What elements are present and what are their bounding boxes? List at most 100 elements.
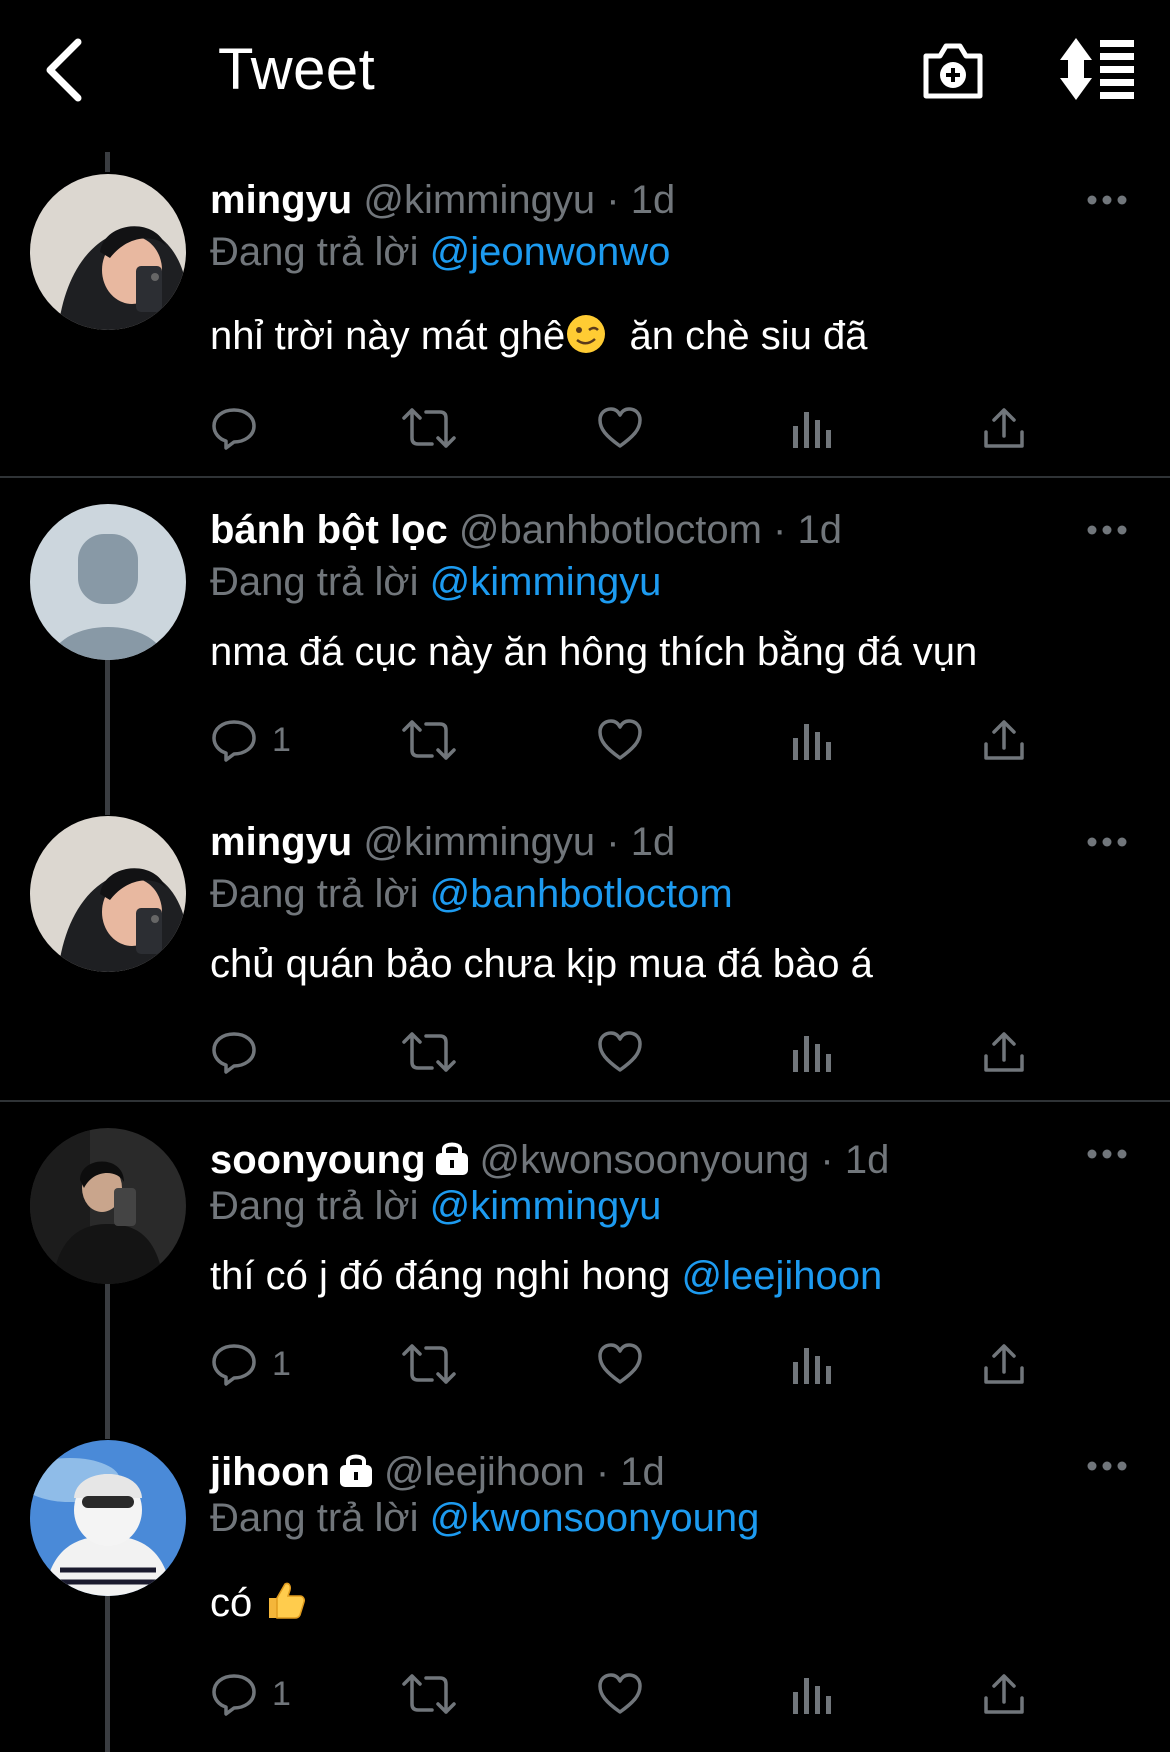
profile-photo	[30, 174, 186, 330]
display-name[interactable]: mingyu	[210, 820, 352, 864]
share-button[interactable]	[980, 1024, 1028, 1080]
lock-icon	[435, 1142, 468, 1175]
reply-icon	[212, 1344, 256, 1386]
replying-to: Đang trả lời @kimmingyu	[210, 558, 661, 606]
retweet-icon	[402, 720, 456, 760]
more-options-icon[interactable]	[1086, 192, 1128, 208]
tweet-actions: 1	[210, 712, 1070, 768]
like-button[interactable]	[596, 400, 644, 456]
timestamp: 1d	[630, 178, 676, 222]
more-options-icon[interactable]	[1086, 834, 1128, 850]
username[interactable]: @banhbotloctom	[459, 508, 762, 552]
analytics-button[interactable]	[790, 1336, 834, 1392]
share-icon	[984, 1032, 1024, 1072]
bar-chart-icon	[793, 1348, 831, 1384]
tweet-actions	[210, 1024, 1070, 1080]
username[interactable]: @leejihoon	[384, 1450, 585, 1494]
analytics-button[interactable]	[790, 1024, 834, 1080]
like-button[interactable]	[596, 712, 644, 768]
default-avatar-icon	[30, 504, 186, 660]
share-button[interactable]	[980, 1666, 1028, 1722]
retweet-button[interactable]	[400, 400, 458, 456]
reply-mention-link[interactable]: @jeonwonwo	[430, 230, 671, 274]
tweet-actions: 1	[210, 1336, 1070, 1392]
reply-mention-link[interactable]: @banhbotloctom	[430, 872, 733, 916]
analytics-button[interactable]	[790, 400, 834, 456]
divider	[0, 476, 1170, 478]
like-button[interactable]	[596, 1024, 644, 1080]
tweet-text: nma đá cục này ăn hông thích bằng đá vụn	[210, 630, 978, 674]
text-mention-link[interactable]: @leejihoon	[681, 1254, 882, 1298]
more-options-icon[interactable]	[1086, 1146, 1128, 1162]
replying-to: Đang trả lời @kwonsoonyoung	[210, 1494, 759, 1542]
sort-list-icon	[1060, 38, 1134, 100]
page-title: Tweet	[218, 37, 376, 102]
analytics-button[interactable]	[790, 712, 834, 768]
bar-chart-icon	[793, 1036, 831, 1072]
avatar[interactable]	[30, 816, 186, 972]
reply-button[interactable]	[210, 400, 272, 456]
share-button[interactable]	[980, 712, 1028, 768]
profile-photo	[30, 816, 186, 972]
camera-button[interactable]	[920, 38, 986, 104]
tweet-actions: 1	[210, 1666, 1070, 1722]
replying-to: Đang trả lời @jeonwonwo	[210, 228, 670, 276]
timestamp: 1d	[797, 508, 842, 552]
heart-icon	[598, 407, 642, 448]
winking-face-icon	[567, 315, 606, 353]
tweet-meta: jihoon @leejihoon · 1d	[210, 1448, 665, 1496]
reply-mention-link[interactable]: @kimmingyu	[430, 1184, 662, 1228]
tweet-text: chủ quán bảo chưa kịp mua đá bào á	[210, 942, 873, 986]
username[interactable]: @kimmingyu	[363, 178, 595, 222]
like-button[interactable]	[596, 1336, 644, 1392]
profile-photo	[30, 1440, 186, 1596]
more-options-icon[interactable]	[1086, 522, 1128, 538]
share-icon	[984, 408, 1024, 448]
avatar[interactable]	[30, 1440, 186, 1596]
avatar[interactable]	[30, 1128, 186, 1284]
reply-mention-link[interactable]: @kwonsoonyoung	[430, 1496, 760, 1540]
reply-button[interactable]: 1	[210, 1336, 291, 1392]
retweet-button[interactable]	[400, 1666, 458, 1722]
display-name[interactable]: soonyoung	[210, 1138, 426, 1182]
avatar[interactable]	[30, 174, 186, 330]
analytics-button[interactable]	[790, 1666, 834, 1722]
reply-count: 1	[272, 720, 291, 759]
like-button[interactable]	[596, 1666, 644, 1722]
divider	[0, 1100, 1170, 1102]
share-button[interactable]	[980, 1336, 1028, 1392]
tweet-text: nhỉ trời này mát ghê ăn chè siu đã	[210, 312, 867, 360]
retweet-button[interactable]	[400, 1336, 458, 1392]
display-name[interactable]: bánh bột lọc	[210, 508, 448, 552]
retweet-button[interactable]	[400, 1024, 458, 1080]
reply-button[interactable]: 1	[210, 1666, 291, 1722]
tweet-meta: mingyu @kimmingyu · 1d	[210, 176, 675, 224]
display-name[interactable]: mingyu	[210, 178, 352, 222]
reply-mention-link[interactable]: @kimmingyu	[430, 560, 662, 604]
username[interactable]: @kwonsoonyoung	[480, 1138, 810, 1182]
retweet-icon	[402, 1344, 456, 1384]
replying-to-label: Đang trả lời	[210, 1496, 419, 1540]
bar-chart-icon	[793, 1678, 831, 1714]
reply-icon	[212, 1674, 256, 1716]
avatar[interactable]	[30, 504, 186, 660]
display-name[interactable]: jihoon	[210, 1450, 330, 1494]
reply-button[interactable]: 1	[210, 712, 291, 768]
more-options-icon[interactable]	[1086, 1458, 1128, 1474]
separator: ·	[773, 508, 787, 552]
username[interactable]: @kimmingyu	[363, 820, 595, 864]
chevron-left-icon	[46, 38, 82, 102]
retweet-button[interactable]	[400, 712, 458, 768]
tweet-meta: soonyoung @kwonsoonyoung · 1d	[210, 1136, 889, 1184]
camera-add-icon	[923, 43, 983, 99]
separator: ·	[606, 820, 620, 864]
tweet-text-part: ăn chè siu đã	[607, 314, 868, 358]
tweet-text-part: nhỉ trời này mát ghê	[210, 314, 566, 358]
share-button[interactable]	[980, 400, 1028, 456]
share-icon	[984, 1674, 1024, 1714]
retweet-icon	[402, 408, 456, 448]
back-button[interactable]	[38, 34, 98, 106]
sort-button[interactable]	[1058, 36, 1136, 102]
replying-to-label: Đang trả lời	[210, 872, 419, 916]
reply-button[interactable]	[210, 1024, 272, 1080]
